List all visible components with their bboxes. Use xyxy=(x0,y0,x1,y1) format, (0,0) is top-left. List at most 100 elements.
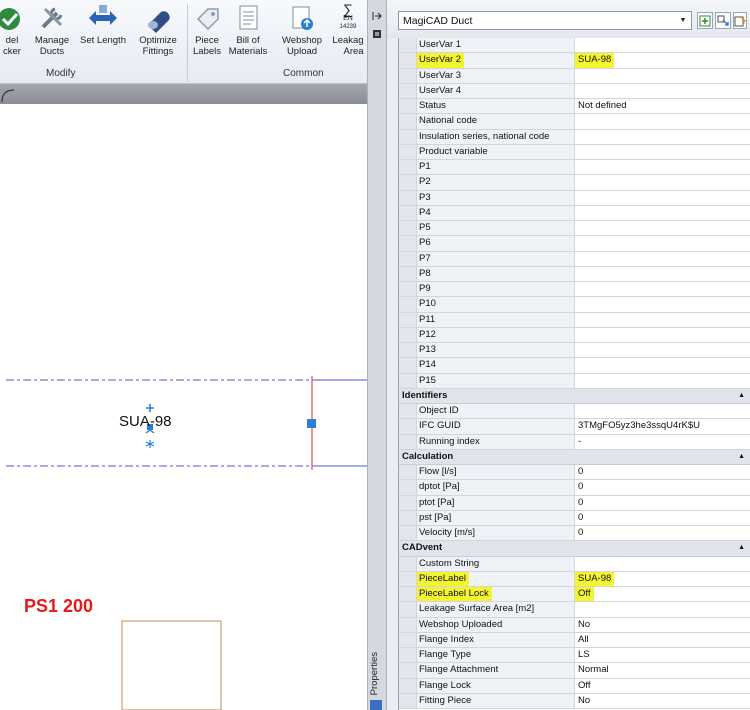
property-value[interactable] xyxy=(574,266,750,281)
property-row-uservar-4[interactable]: UserVar 4 xyxy=(399,83,750,99)
property-value[interactable]: SUA-98 xyxy=(574,53,750,68)
bill-of-materials-button[interactable]: Bill of Materials xyxy=(228,2,268,66)
piece-labels-button[interactable]: Piece Labels xyxy=(190,2,224,66)
property-row-p13[interactable]: P13 xyxy=(399,343,750,359)
property-row-insulation-series-national-code[interactable]: Insulation series, national code xyxy=(399,129,750,145)
property-row-ptot-pa[interactable]: ptot [Pa] 0 xyxy=(399,495,750,511)
property-row-object-id[interactable]: Object ID xyxy=(399,404,750,420)
collapse-arrow-icon[interactable]: ▲ xyxy=(738,450,745,465)
property-value[interactable] xyxy=(574,205,750,220)
property-value[interactable]: All xyxy=(574,632,750,647)
property-row-dptot-pa[interactable]: dptot [Pa] 0 xyxy=(399,480,750,496)
property-value[interactable] xyxy=(574,83,750,98)
ps-label-text[interactable]: PS1 200 xyxy=(24,596,93,617)
collapse-arrow-icon[interactable]: ▲ xyxy=(738,389,745,404)
palette-menu-icon[interactable] xyxy=(371,28,383,40)
property-value[interactable] xyxy=(574,373,750,388)
property-value[interactable] xyxy=(574,282,750,297)
property-row-webshop-uploaded[interactable]: Webshop Uploaded No xyxy=(399,617,750,633)
property-row-p14[interactable]: P14 xyxy=(399,358,750,374)
property-row-piecelabel[interactable]: PieceLabel SUA-98 xyxy=(399,571,750,587)
property-row-p4[interactable]: P4 xyxy=(399,205,750,221)
property-row-p1[interactable]: P1 xyxy=(399,160,750,176)
property-value[interactable] xyxy=(574,175,750,190)
property-row-custom-string[interactable]: Custom String xyxy=(399,556,750,572)
property-value[interactable]: - xyxy=(574,434,750,449)
property-value[interactable]: 3TMgFO5yz3he3ssqU4rK$U xyxy=(574,419,750,434)
property-value[interactable] xyxy=(574,114,750,129)
property-value[interactable] xyxy=(574,190,750,205)
property-row-p8[interactable]: P8 xyxy=(399,266,750,282)
property-row-p2[interactable]: P2 xyxy=(399,175,750,191)
property-row-uservar-3[interactable]: UserVar 3 xyxy=(399,68,750,84)
property-row-flange-type[interactable]: Flange Type LS xyxy=(399,648,750,664)
property-row-product-variable[interactable]: Product variable xyxy=(399,144,750,160)
property-row-ifc-guid[interactable]: IFC GUID 3TMgFO5yz3he3ssqU4rK$U xyxy=(399,419,750,435)
optimize-fittings-button[interactable]: Optimize Fittings xyxy=(135,2,181,66)
category-calculation[interactable]: Calculation ▲ xyxy=(399,449,750,465)
manage-ducts-button[interactable]: Manage Ducts xyxy=(32,2,72,66)
property-value[interactable]: No xyxy=(574,693,750,708)
property-row-uservar-1[interactable]: UserVar 1 xyxy=(399,38,750,54)
property-row-flange-lock[interactable]: Flange Lock Off xyxy=(399,678,750,694)
quick-select-icon[interactable] xyxy=(733,12,747,29)
property-value[interactable]: 0 xyxy=(574,465,750,480)
property-value[interactable] xyxy=(574,312,750,327)
property-value[interactable] xyxy=(574,358,750,373)
property-row-p9[interactable]: P9 xyxy=(399,282,750,298)
property-row-p15[interactable]: P15 xyxy=(399,373,750,389)
property-value[interactable] xyxy=(574,160,750,175)
property-row-p6[interactable]: P6 xyxy=(399,236,750,252)
object-type-select[interactable]: MagiCAD Duct ▼ xyxy=(398,11,692,30)
property-row-p7[interactable]: P7 xyxy=(399,251,750,267)
property-value[interactable] xyxy=(574,144,750,159)
property-value[interactable]: 0 xyxy=(574,480,750,495)
property-row-status[interactable]: Status Not defined xyxy=(399,99,750,115)
property-value[interactable]: 0 xyxy=(574,510,750,525)
auto-hide-icon[interactable] xyxy=(371,10,383,22)
property-row-velocity-m-s[interactable]: Velocity [m/s] 0 xyxy=(399,526,750,542)
property-value[interactable]: Off xyxy=(574,587,750,602)
property-value[interactable] xyxy=(574,602,750,617)
toggle-pickadd-icon[interactable] xyxy=(697,12,713,29)
property-row-fitting-piece[interactable]: Fitting Piece No xyxy=(399,693,750,709)
property-value[interactable] xyxy=(574,327,750,342)
property-row-flange-attachment[interactable]: Flange Attachment Normal xyxy=(399,663,750,679)
select-objects-icon[interactable] xyxy=(715,12,731,29)
property-value[interactable] xyxy=(574,343,750,358)
category-identifiers[interactable]: Identifiers ▲ xyxy=(399,388,750,404)
property-value[interactable] xyxy=(574,236,750,251)
property-value[interactable] xyxy=(574,251,750,266)
piece-label-text[interactable]: SUA-98 xyxy=(119,413,172,430)
property-row-flange-index[interactable]: Flange Index All xyxy=(399,632,750,648)
property-value[interactable]: Off xyxy=(574,678,750,693)
property-value[interactable] xyxy=(574,129,750,144)
property-row-national-code[interactable]: National code xyxy=(399,114,750,130)
property-row-flow-l-s[interactable]: Flow [l/s] 0 xyxy=(399,465,750,481)
property-value[interactable] xyxy=(574,221,750,236)
property-row-piecelabel-lock[interactable]: PieceLabel Lock Off xyxy=(399,587,750,603)
property-row-p11[interactable]: P11 xyxy=(399,312,750,328)
property-value[interactable] xyxy=(574,556,750,571)
property-value[interactable] xyxy=(574,297,750,312)
property-value[interactable]: Normal xyxy=(574,663,750,678)
property-row-leakage-surface-area-m2[interactable]: Leakage Surface Area [m2] xyxy=(399,602,750,618)
property-value[interactable]: 0 xyxy=(574,495,750,510)
property-row-running-index[interactable]: Running index - xyxy=(399,434,750,450)
property-row-p3[interactable]: P3 xyxy=(399,190,750,206)
property-value[interactable]: 0 xyxy=(574,526,750,541)
property-row-p5[interactable]: P5 xyxy=(399,221,750,237)
property-value[interactable]: SUA-98 xyxy=(574,571,750,586)
leakage-area-button[interactable]: ∑ EN 14239 Leakag Area xyxy=(330,2,366,66)
collapse-arrow-icon[interactable]: ▲ xyxy=(738,541,745,556)
property-value[interactable] xyxy=(574,38,750,53)
property-row-p10[interactable]: P10 xyxy=(399,297,750,313)
property-row-p12[interactable]: P12 xyxy=(399,327,750,343)
property-value[interactable]: Not defined xyxy=(574,99,750,114)
property-row-uservar-2[interactable]: UserVar 2 SUA-98 xyxy=(399,53,750,69)
category-cadvent[interactable]: CADvent ▲ xyxy=(399,541,750,557)
drawing-canvas[interactable]: SUA-98 PS1 200 xyxy=(0,104,367,710)
property-value[interactable] xyxy=(574,68,750,83)
property-value[interactable]: No xyxy=(574,617,750,632)
property-value[interactable] xyxy=(574,404,750,419)
